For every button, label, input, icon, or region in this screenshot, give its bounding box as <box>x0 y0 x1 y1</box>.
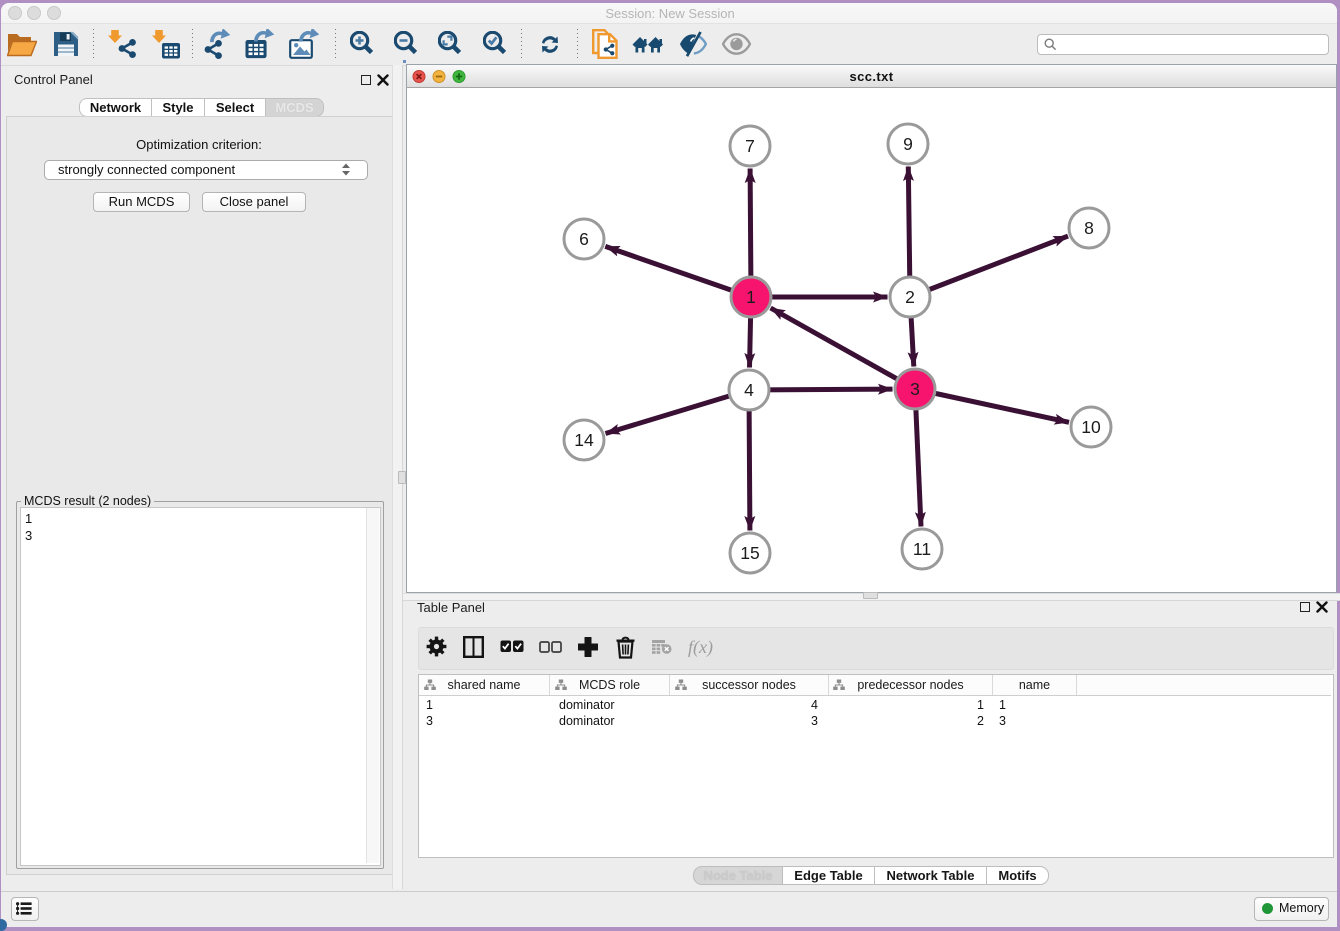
svg-text:8: 8 <box>1084 218 1094 238</box>
svg-text:6: 6 <box>579 229 589 249</box>
svg-text:2: 2 <box>905 287 915 307</box>
svg-text:11: 11 <box>913 539 931 559</box>
svg-text:14: 14 <box>574 430 594 450</box>
svg-text:1: 1 <box>746 287 756 307</box>
svg-text:15: 15 <box>740 543 759 563</box>
svg-text:10: 10 <box>1081 417 1101 437</box>
svg-text:7: 7 <box>745 136 755 156</box>
svg-text:9: 9 <box>903 134 913 154</box>
svg-text:3: 3 <box>910 379 920 399</box>
svg-text:4: 4 <box>744 380 754 400</box>
